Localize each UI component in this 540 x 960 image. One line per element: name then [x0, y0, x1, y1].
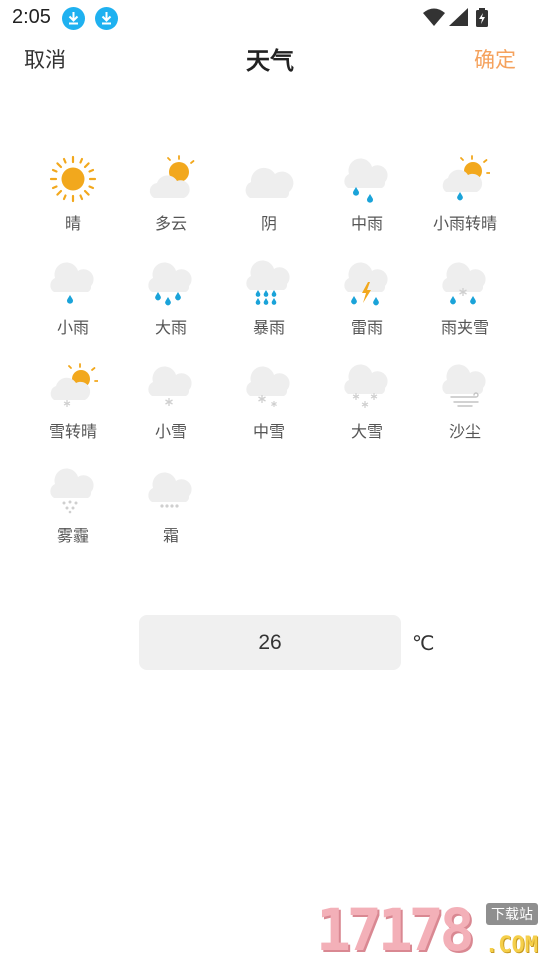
heavy-rain-icon: [148, 262, 192, 306]
status-icons: [423, 8, 488, 27]
moderate-rain-icon: [344, 158, 388, 203]
weather-option-snow-to-sunny[interactable]: 雪转晴: [24, 358, 122, 458]
watermark-domain: .COM: [485, 933, 538, 958]
weather-label: 中雨: [350, 214, 383, 233]
light-rain-icon: [50, 262, 94, 304]
weather-label: 小雨: [56, 318, 89, 337]
weather-label: 中雪: [252, 422, 285, 441]
weather-option-partly-cloudy[interactable]: 多云: [122, 150, 220, 250]
light-rain-to-sunny-icon: [442, 155, 490, 201]
download-icon: [95, 7, 118, 30]
haze-icon: [50, 468, 94, 514]
weather-label: 雷雨: [350, 318, 383, 337]
battery-icon: [476, 8, 488, 27]
weather-option-haze[interactable]: 雾霾: [24, 462, 122, 562]
moderate-snow-icon: [246, 366, 290, 407]
light-snow-icon: [148, 366, 192, 406]
header: 取消 天气 确定: [0, 36, 540, 80]
weather-option-sleet[interactable]: 雨夹雪: [416, 254, 514, 354]
weather-option-light-snow[interactable]: 小雪: [122, 358, 220, 458]
weather-label: 小雨转晴: [432, 214, 497, 233]
weather-option-thunderstorm[interactable]: 雷雨: [318, 254, 416, 354]
weather-option-frost[interactable]: 霜: [122, 462, 220, 562]
weather-label: 阴: [260, 214, 277, 233]
weather-option-rainstorm[interactable]: 暴雨: [220, 254, 318, 354]
weather-option-heavy-rain[interactable]: 大雨: [122, 254, 220, 354]
confirm-button[interactable]: 确定: [474, 44, 516, 74]
weather-label: 沙尘: [448, 422, 481, 441]
sunny-icon: [49, 155, 97, 203]
temperature-input[interactable]: [139, 615, 401, 670]
weather-label: 雾霾: [56, 526, 89, 545]
weather-option-light-rain-to-sunny[interactable]: 小雨转晴: [416, 150, 514, 250]
status-bar: 2:05: [0, 0, 540, 36]
watermark-logo: 17178 下载站 .COM: [316, 900, 540, 960]
watermark-number: 17178: [316, 896, 475, 960]
thunderstorm-icon: [344, 262, 388, 306]
weather-option-moderate-snow[interactable]: 中雪: [220, 358, 318, 458]
snow-to-sunny-icon: [50, 363, 98, 407]
wifi-icon: [423, 8, 445, 26]
partly-cloudy-icon: [149, 155, 195, 198]
weather-label: 雪转晴: [48, 422, 97, 441]
watermark-tag: 下载站: [486, 903, 538, 925]
frost-icon: [148, 472, 192, 508]
weather-label: 多云: [154, 214, 187, 233]
weather-label: 小雪: [154, 422, 187, 441]
temperature-unit: ℃: [412, 631, 435, 655]
weather-label: 暴雨: [252, 318, 285, 337]
weather-option-moderate-rain[interactable]: 中雨: [318, 150, 416, 250]
download-icon: [62, 7, 85, 30]
signal-icon: [449, 8, 468, 26]
weather-label: 大雨: [154, 318, 187, 337]
weather-option-sunny[interactable]: 晴: [24, 150, 122, 250]
overcast-icon: [245, 167, 294, 198]
weather-label: 霜: [162, 526, 179, 545]
weather-option-heavy-snow[interactable]: 大雪: [318, 358, 416, 458]
page-title: 天气: [246, 47, 294, 75]
weather-label: 雨夹雪: [440, 318, 489, 337]
weather-label: 晴: [64, 214, 81, 233]
status-time: 2:05: [12, 6, 51, 28]
sleet-icon: [442, 262, 486, 305]
weather-label: 大雪: [350, 422, 383, 441]
weather-option-light-rain[interactable]: 小雨: [24, 254, 122, 354]
weather-option-sandstorm[interactable]: 沙尘: [416, 358, 514, 458]
rainstorm-icon: [246, 260, 290, 305]
heavy-snow-icon: [344, 364, 388, 408]
sandstorm-icon: [442, 364, 486, 407]
weather-option-overcast[interactable]: 阴: [220, 150, 318, 250]
